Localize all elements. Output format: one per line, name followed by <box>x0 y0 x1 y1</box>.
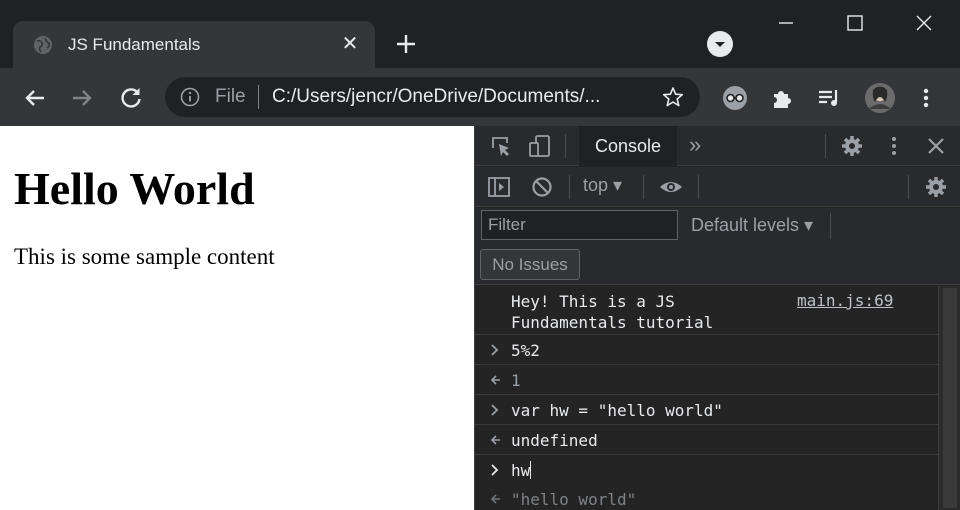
browser-toolbar: File C:/Users/jencr/OneDrive/Documents/.… <box>0 68 960 126</box>
page-heading: Hello World <box>14 163 255 214</box>
console-result-row: 1 <box>475 366 938 395</box>
toolbar-divider <box>830 213 831 239</box>
filter-input[interactable] <box>481 210 678 240</box>
toolbar-divider <box>825 134 826 158</box>
console-settings-gear-icon[interactable] <box>924 175 948 199</box>
title-bar: JS Fundamentals ✕ <box>0 0 960 68</box>
info-icon[interactable] <box>180 87 200 107</box>
result-arrow-icon <box>490 375 500 385</box>
console-eager-preview-row: "hello world" <box>475 485 938 510</box>
bookmark-star-icon[interactable] <box>662 86 684 108</box>
url-divider <box>258 85 259 109</box>
console-result-text: undefined <box>511 431 598 450</box>
console-input-text: var hw = "hello world" <box>511 401 723 420</box>
console-log-message: Hey! This is a JS Fundamentals tutorial … <box>475 286 938 335</box>
console-filter-bar: Default levels ▾ No Issues <box>475 208 960 285</box>
console-input-row: var hw = "hello world" <box>475 396 938 425</box>
live-expression-eye-icon[interactable] <box>659 175 683 199</box>
close-tab-icon[interactable]: ✕ <box>339 33 361 55</box>
url-text[interactable]: C:/Users/jencr/OneDrive/Documents/... <box>272 86 600 108</box>
menu-kebab-icon[interactable] <box>912 84 940 112</box>
toolbar-divider <box>643 175 644 199</box>
toolbar-divider <box>908 175 909 199</box>
new-tab-icon[interactable] <box>392 30 420 58</box>
globe-icon <box>34 36 52 54</box>
inspect-element-icon[interactable] <box>489 134 513 158</box>
toolbar-divider <box>565 134 566 158</box>
forward-arrow-icon[interactable] <box>68 84 96 112</box>
tab-search-icon[interactable] <box>707 31 733 57</box>
reload-icon[interactable] <box>117 84 145 112</box>
sidebar-toggle-icon[interactable] <box>487 175 511 199</box>
page-paragraph: This is some sample content <box>14 244 275 269</box>
url-scheme-label: File <box>215 86 246 107</box>
log-levels-dropdown[interactable]: Default levels ▾ <box>691 215 813 236</box>
extensions-puzzle-icon[interactable] <box>768 84 796 112</box>
console-input-row: 5%2 <box>475 336 938 365</box>
scrollbar-thumb[interactable] <box>943 288 957 508</box>
console-result-text: 1 <box>511 371 521 390</box>
console-result-row: undefined <box>475 426 938 455</box>
toolbar-divider <box>698 175 699 199</box>
close-devtools-icon[interactable] <box>924 134 948 158</box>
clear-console-icon[interactable] <box>530 175 554 199</box>
console-scrollbar[interactable] <box>938 286 960 510</box>
result-arrow-icon <box>490 435 500 445</box>
tab-console[interactable]: Console <box>579 126 677 166</box>
toolbar-divider <box>569 175 570 199</box>
address-bar[interactable]: File C:/Users/jencr/OneDrive/Documents/.… <box>165 77 700 117</box>
devtools-tab-bar: Console » <box>475 126 960 166</box>
browser-tab[interactable]: JS Fundamentals ✕ <box>13 21 375 68</box>
input-prompt-icon <box>491 344 499 356</box>
console-input-text: 5%2 <box>511 341 540 360</box>
media-queue-icon[interactable] <box>815 84 843 112</box>
window-close-icon[interactable] <box>909 8 939 38</box>
settings-gear-icon[interactable] <box>840 134 864 158</box>
log-source-link[interactable]: main.js:69 <box>797 291 893 310</box>
context-selector[interactable]: top ▾ <box>583 175 622 196</box>
profile-avatar-icon[interactable] <box>864 82 896 114</box>
console-prompt-input[interactable]: hw <box>511 461 532 480</box>
back-arrow-icon[interactable] <box>21 84 49 112</box>
console-prompt-row[interactable]: hw <box>475 456 938 485</box>
minimize-icon[interactable] <box>771 8 801 38</box>
text-caret <box>530 461 532 479</box>
device-toolbar-icon[interactable] <box>528 134 552 158</box>
console-output: Hey! This is a JS Fundamentals tutorial … <box>475 286 938 510</box>
input-prompt-icon <box>491 464 499 476</box>
tab-title: JS Fundamentals <box>68 35 201 54</box>
console-toolbar: top ▾ <box>475 167 960 207</box>
devtools-menu-icon[interactable] <box>882 134 906 158</box>
issues-button[interactable]: No Issues <box>480 249 580 280</box>
devtools-panel: Console » top ▾ Filter Default levels ▾ … <box>474 126 960 510</box>
page-viewport: Hello World This is some sample content <box>0 126 474 510</box>
log-text: Hey! This is a JS Fundamentals tutorial <box>511 292 714 332</box>
input-prompt-icon <box>491 404 499 416</box>
extension-reader-icon[interactable] <box>721 84 749 112</box>
more-tabs-icon[interactable]: » <box>689 132 701 158</box>
console-preview-text: "hello world" <box>511 490 637 509</box>
maximize-icon[interactable] <box>840 8 870 38</box>
result-arrow-icon <box>490 494 500 504</box>
